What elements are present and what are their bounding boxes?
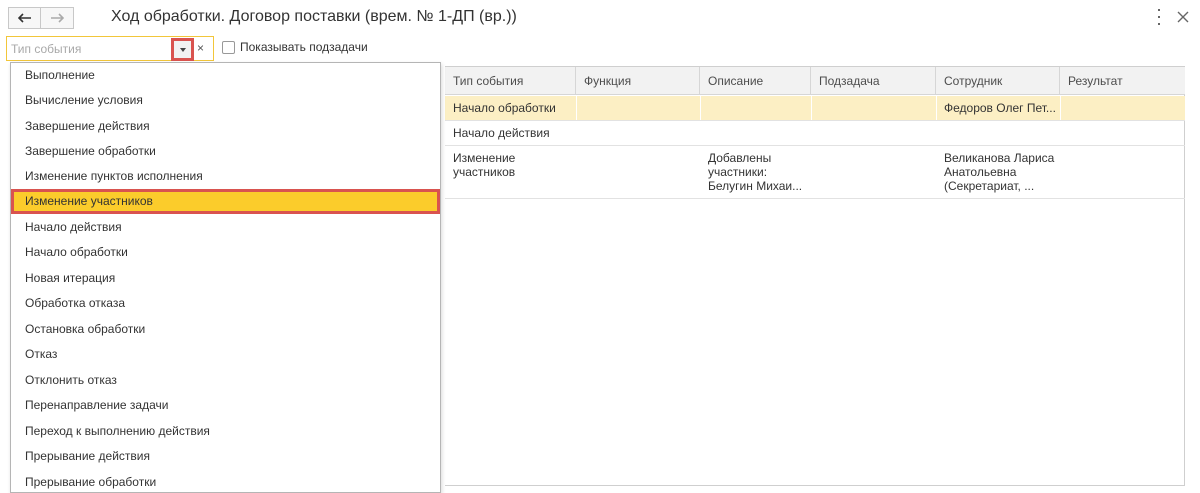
table-row[interactable]: Начало обработки Федоров Олег Пет... [445, 96, 1185, 121]
column-header-subtask[interactable]: Подзадача [811, 67, 936, 95]
dropdown-item[interactable]: Остановка обработки [11, 317, 440, 342]
dropdown-item-highlighted[interactable]: Изменение участников [11, 189, 440, 214]
show-subtasks-label: Показывать подзадачи [240, 40, 368, 54]
table-header: Тип события Функция Описание Подзадача С… [445, 67, 1185, 95]
dropdown-item[interactable]: Прерывание действия [11, 444, 440, 469]
window-title: Ход обработки. Договор поставки (врем. №… [111, 8, 517, 25]
column-header-result[interactable]: Результат [1060, 67, 1185, 95]
dropdown-item[interactable]: Отказ [11, 342, 440, 367]
event-type-input[interactable] [7, 37, 167, 60]
arrow-right-icon [51, 13, 64, 23]
clear-filter-button[interactable]: × [197, 41, 204, 55]
show-subtasks-checkbox[interactable] [222, 40, 235, 54]
table-row[interactable]: Начало действия [445, 121, 1185, 146]
navigation-buttons [8, 7, 74, 29]
cell-event-type: Изменение участников [453, 151, 516, 179]
dropdown-item[interactable]: Обработка отказа [11, 291, 440, 316]
column-header-employee[interactable]: Сотрудник [936, 67, 1060, 95]
column-header-event-type[interactable]: Тип события [445, 67, 576, 95]
column-header-function[interactable]: Функция [576, 67, 700, 95]
event-type-dropdown-list: Выполнение Вычисление условия Завершение… [10, 62, 441, 493]
cell-event-type: Начало действия [453, 126, 550, 140]
close-icon[interactable] [1177, 11, 1189, 23]
dropdown-item[interactable]: Отклонить отказ [11, 368, 440, 393]
dropdown-item[interactable]: Завершение действия [11, 114, 440, 139]
arrow-left-icon [17, 13, 31, 23]
more-vertical-icon[interactable] [1157, 9, 1161, 25]
dropdown-item[interactable]: Перенаправление задачи [11, 393, 440, 418]
dropdown-item[interactable]: Вычисление условия [11, 88, 440, 113]
dropdown-item[interactable]: Переход к выполнению действия [11, 419, 440, 444]
forward-button[interactable] [41, 7, 74, 29]
back-button[interactable] [8, 7, 41, 29]
chevron-down-icon [179, 47, 186, 52]
dropdown-item[interactable]: Прерывание обработки [11, 470, 440, 492]
dropdown-item[interactable]: Изменение пунктов исполнения [11, 164, 440, 189]
cell-event-type: Начало обработки [453, 101, 556, 115]
table-row[interactable]: Изменение участников Добавлены участники… [445, 146, 1185, 199]
dropdown-item[interactable]: Выполнение [11, 63, 440, 88]
column-header-description[interactable]: Описание [700, 67, 811, 95]
dropdown-item[interactable]: Завершение обработки [11, 139, 440, 164]
show-subtasks-toggle[interactable]: Показывать подзадачи [222, 40, 368, 54]
dropdown-button[interactable] [171, 38, 194, 61]
dropdown-item[interactable]: Новая итерация [11, 266, 440, 291]
dropdown-item[interactable]: Начало обработки [11, 240, 440, 265]
cell-description: Добавлены участники: Белугин Михаи... [708, 151, 803, 193]
events-table: Тип события Функция Описание Подзадача С… [445, 66, 1185, 486]
cell-employee: Федоров Олег Пет... [944, 101, 1056, 115]
cell-employee: Великанова Лариса Анатольевна (Секретари… [944, 151, 1055, 193]
dropdown-item[interactable]: Начало действия [11, 215, 440, 240]
